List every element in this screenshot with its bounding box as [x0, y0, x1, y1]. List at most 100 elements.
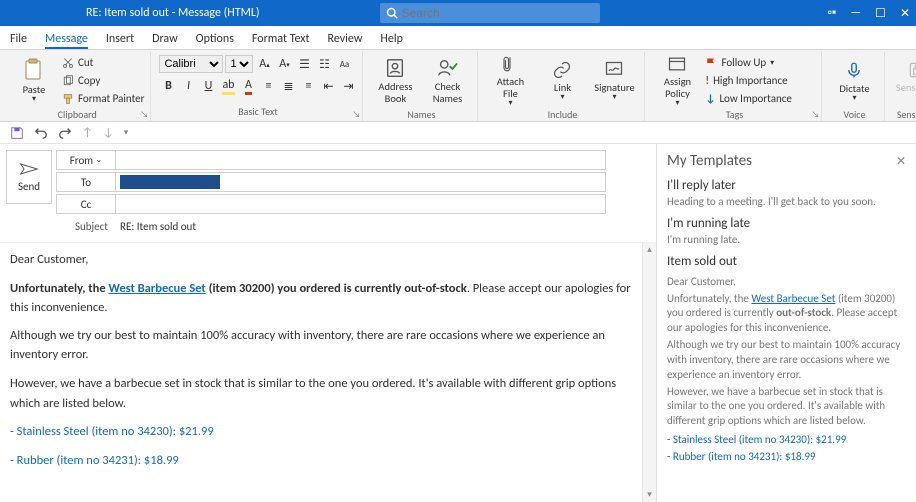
paste-button[interactable]: Paste ▾: [10, 54, 58, 108]
body-scrollbar[interactable]: ▴ ▾: [642, 242, 656, 502]
numbering-icon[interactable]: ☷: [315, 55, 333, 73]
cut-button[interactable]: Cut: [62, 54, 144, 71]
ribbon-tabs: File Message Insert Draw Options Format …: [0, 26, 916, 50]
follow-up-button[interactable]: Follow Up▾: [705, 54, 815, 71]
increase-indent-icon[interactable]: ⇥: [339, 77, 357, 95]
copy-button[interactable]: Copy: [62, 72, 144, 89]
panel-close-icon[interactable]: ✕: [896, 154, 906, 169]
dictate-icon: [845, 59, 863, 81]
product-link[interactable]: West Barbecue Set: [108, 281, 205, 296]
font-name-select[interactable]: Calibri: [159, 55, 223, 73]
sensitivity-icon: [907, 60, 916, 80]
recipient-chip[interactable]: [120, 175, 220, 189]
group-sensitivity-label: Sensitivity: [897, 108, 916, 121]
template-product-link[interactable]: West Barbecue Set: [751, 292, 835, 305]
bullets-icon[interactable]: ☰: [295, 55, 313, 73]
change-case-icon[interactable]: Aa: [335, 55, 353, 73]
redo-button[interactable]: [58, 126, 72, 140]
dictate-button[interactable]: Dictate▾: [830, 54, 878, 108]
search-input[interactable]: [402, 6, 582, 20]
basic-text-launcher-icon[interactable]: ↘: [353, 109, 361, 120]
font-size-select[interactable]: 11: [225, 55, 253, 73]
tags-launcher-icon[interactable]: ↘: [812, 109, 820, 120]
check-names-icon: [436, 57, 458, 79]
search-box[interactable]: [380, 3, 600, 23]
from-button[interactable]: From ⌄: [56, 150, 116, 170]
tab-format-text[interactable]: Format Text: [252, 30, 310, 49]
decrease-indent-icon[interactable]: ⇤: [319, 77, 337, 95]
low-importance-button[interactable]: ↓Low Importance: [705, 90, 815, 107]
address-book-button[interactable]: Address Book: [371, 54, 419, 108]
window-controls: ▫▪ — ☐ ✕: [828, 6, 910, 21]
my-templates-panel: My Templates✕ I'll reply later Heading t…: [656, 144, 916, 502]
title-bar: RE: Item sold out - Message (HTML) ▫▪ — …: [0, 0, 916, 26]
body-option-2: - Rubber (item no 34231): $18.99: [10, 452, 632, 471]
scroll-down-icon[interactable]: ▾: [647, 489, 652, 500]
template-item-sold-out[interactable]: Item sold out Dear Customer, Unfortunate…: [667, 254, 906, 463]
paste-icon: [24, 58, 44, 82]
tab-options[interactable]: Options: [196, 30, 234, 49]
ribbon-options-icon[interactable]: ▫▪: [828, 6, 837, 20]
attach-file-button[interactable]: Attach File▾: [486, 54, 534, 108]
to-button[interactable]: To: [56, 172, 116, 192]
template-sold-out-opt2: - Rubber (item no 34231): $18.99: [667, 450, 906, 463]
group-names-label: Names: [407, 108, 435, 121]
minimize-icon[interactable]: —: [850, 6, 861, 20]
cut-icon: [62, 57, 74, 69]
cc-button[interactable]: Cc: [56, 194, 116, 214]
template-sold-out-greeting: Dear Customer,: [667, 275, 906, 290]
cc-field[interactable]: [116, 194, 606, 214]
sensitivity-button[interactable]: Sensitivity▾: [893, 54, 916, 108]
window-title: RE: Item sold out - Message (HTML): [86, 6, 260, 20]
redo-icon: [58, 126, 72, 140]
highlight-icon[interactable]: ab: [219, 77, 237, 95]
body-option-1: - Stainless Steel (item no 34230): $21.9…: [10, 423, 632, 442]
check-names-button[interactable]: Check Names: [423, 54, 471, 108]
align-center-icon[interactable]: ≣: [279, 77, 297, 95]
tab-help[interactable]: Help: [380, 30, 403, 49]
subject-field[interactable]: RE: Item sold out: [116, 220, 606, 233]
previous-button[interactable]: ↑: [82, 126, 93, 140]
body-p1: Unfortunately, the West Barbecue Set (it…: [10, 280, 632, 318]
italic-button[interactable]: I: [179, 77, 197, 95]
message-body[interactable]: Dear Customer, Unfortunately, the West B…: [0, 242, 642, 472]
align-right-icon[interactable]: ≡: [299, 77, 317, 95]
clipboard-launcher-icon[interactable]: ↘: [141, 109, 149, 120]
search-icon: [386, 7, 398, 19]
qat-more-icon[interactable]: ▾: [124, 127, 129, 138]
close-icon[interactable]: ✕: [900, 6, 910, 21]
signature-button[interactable]: Signature▾: [590, 54, 638, 108]
template-item-running-late[interactable]: I'm running late I'm running late.: [667, 216, 906, 248]
font-color-icon[interactable]: A: [239, 77, 257, 95]
template-item-reply-later[interactable]: I'll reply later Heading to a meeting. I…: [667, 178, 906, 210]
ribbon: Paste ▾ Cut Copy Format Painter Clipboar…: [0, 50, 916, 122]
send-icon: [19, 162, 39, 176]
underline-button[interactable]: U: [199, 77, 217, 95]
high-importance-button[interactable]: !High Importance: [705, 72, 815, 89]
assign-policy-button[interactable]: Assign Policy▾: [653, 54, 701, 108]
subject-label: Subject: [56, 220, 116, 233]
tab-draw[interactable]: Draw: [152, 30, 178, 49]
tab-insert[interactable]: Insert: [106, 30, 134, 49]
format-painter-button[interactable]: Format Painter: [62, 90, 144, 107]
link-icon: [552, 60, 572, 80]
undo-button[interactable]: [34, 126, 48, 140]
send-button[interactable]: Send: [6, 150, 52, 204]
next-button[interactable]: ↓: [103, 126, 114, 140]
align-left-icon[interactable]: ≡: [259, 77, 277, 95]
bold-button[interactable]: B: [159, 77, 177, 95]
scroll-up-icon[interactable]: ▴: [647, 244, 652, 255]
tab-message[interactable]: Message: [45, 30, 88, 49]
body-p3: However, we have a barbecue set in stock…: [10, 375, 632, 414]
decrease-font-icon[interactable]: A▾: [275, 55, 293, 73]
increase-font-icon[interactable]: A▴: [255, 55, 273, 73]
tab-file[interactable]: File: [10, 30, 27, 49]
to-field[interactable]: [116, 172, 606, 192]
link-button[interactable]: Link▾: [538, 54, 586, 108]
maximize-icon[interactable]: ☐: [875, 6, 886, 21]
tab-review[interactable]: Review: [328, 30, 363, 49]
save-button[interactable]: [10, 126, 24, 140]
from-field[interactable]: [116, 150, 606, 170]
group-clipboard-label: Clipboard: [58, 108, 97, 121]
body-greeting: Dear Customer,: [10, 251, 632, 270]
